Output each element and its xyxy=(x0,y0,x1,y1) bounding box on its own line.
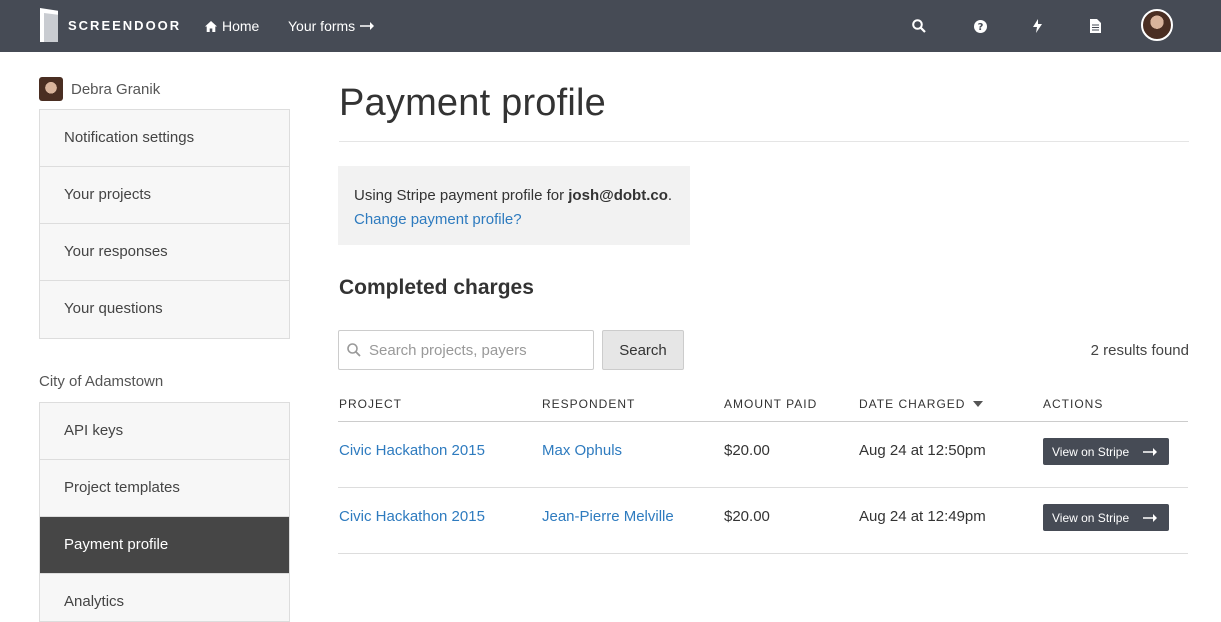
payment-profile-text: Using Stripe payment profile for josh@do… xyxy=(354,184,674,208)
sidebar-item-payment-profile[interactable]: Payment profile xyxy=(40,517,289,574)
sidebar-item-your-questions[interactable]: Your questions xyxy=(40,281,289,338)
column-header-amount-paid[interactable]: AMOUNT PAID xyxy=(724,397,817,411)
info-suffix: . xyxy=(667,187,673,204)
payment-profile-info: Using Stripe payment profile for josh@do… xyxy=(338,166,690,245)
door-logo-icon xyxy=(40,8,58,42)
search-input[interactable]: Search projects, payers xyxy=(338,330,594,370)
top-navbar: SCREENDOOR Home Your forms ? xyxy=(0,0,1221,52)
sidebar-item-project-templates[interactable]: Project templates xyxy=(40,460,289,517)
respondent-link[interactable]: Max Ophuls xyxy=(542,442,622,459)
arrow-right-icon xyxy=(1143,447,1158,456)
info-prefix: Using Stripe payment profile for xyxy=(354,187,569,204)
view-on-stripe-label: View on Stripe xyxy=(1052,444,1130,459)
project-link[interactable]: Civic Hackathon 2015 xyxy=(339,508,485,525)
document-icon[interactable] xyxy=(1085,16,1105,36)
respondent-link[interactable]: Jean-Pierre Melville xyxy=(542,508,674,525)
view-on-stripe-label: View on Stripe xyxy=(1052,510,1130,525)
sidebar-item-notification-settings[interactable]: Notification settings xyxy=(40,110,289,167)
profile-email: josh@dobt.co xyxy=(568,187,668,204)
search-icon[interactable] xyxy=(909,16,929,36)
view-on-stripe-button[interactable]: View on Stripe xyxy=(1043,438,1169,465)
page-title: Payment profile xyxy=(339,82,607,124)
search-icon xyxy=(347,343,361,357)
sidebar-user: Debra Granik xyxy=(39,77,160,101)
sidebar-item-your-responses[interactable]: Your responses xyxy=(40,224,289,281)
divider xyxy=(339,141,1189,142)
amount-paid: $20.00 xyxy=(724,442,770,459)
sidebar-item-analytics[interactable]: Analytics xyxy=(40,574,289,621)
date-charged: Aug 24 at 12:50pm xyxy=(859,442,986,459)
user-name: Debra Granik xyxy=(71,80,161,98)
search-button[interactable]: Search xyxy=(602,330,684,370)
column-header-respondent[interactable]: RESPONDENT xyxy=(542,397,635,411)
completed-charges-heading: Completed charges xyxy=(339,276,534,299)
organization-settings-menu: API keys Project templates Payment profi… xyxy=(39,402,290,622)
amount-paid: $20.00 xyxy=(724,508,770,525)
nav-home-link[interactable]: Home xyxy=(205,0,259,52)
column-header-date-charged[interactable]: DATE CHARGED xyxy=(859,397,984,411)
organization-label: City of Adamstown xyxy=(39,373,164,390)
charges-table: PROJECT RESPONDENT AMOUNT PAID DATE CHAR… xyxy=(338,390,1188,554)
table-row: Civic Hackathon 2015 Jean-Pierre Melvill… xyxy=(338,488,1188,554)
project-link[interactable]: Civic Hackathon 2015 xyxy=(339,442,485,459)
avatar xyxy=(39,77,63,101)
nav-your-forms-link[interactable]: Your forms xyxy=(288,0,375,52)
bolt-icon[interactable] xyxy=(1027,16,1047,36)
table-row: Civic Hackathon 2015 Max Ophuls $20.00 A… xyxy=(338,422,1188,488)
sort-desc-icon xyxy=(973,401,984,407)
view-on-stripe-button[interactable]: View on Stripe xyxy=(1043,504,1169,531)
date-charged: Aug 24 at 12:49pm xyxy=(859,508,986,525)
sidebar-item-your-projects[interactable]: Your projects xyxy=(40,167,289,224)
search-placeholder: Search projects, payers xyxy=(369,341,527,359)
nav-forms-label: Your forms xyxy=(288,18,356,34)
column-header-project[interactable]: PROJECT xyxy=(339,397,402,411)
nav-home-label: Home xyxy=(222,18,260,34)
change-payment-profile-link[interactable]: Change payment profile? xyxy=(354,208,674,232)
results-count: 2 results found xyxy=(1090,342,1189,359)
sidebar-item-api-keys[interactable]: API keys xyxy=(40,403,289,460)
brand-logo[interactable]: SCREENDOOR xyxy=(40,8,181,42)
arrow-right-icon xyxy=(1143,513,1158,522)
brand-name: SCREENDOOR xyxy=(68,17,182,33)
arrow-right-icon xyxy=(360,22,375,30)
personal-settings-menu: Notification settings Your projects Your… xyxy=(39,109,290,339)
column-header-actions: ACTIONS xyxy=(1043,397,1104,411)
table-header: PROJECT RESPONDENT AMOUNT PAID DATE CHAR… xyxy=(338,390,1188,422)
svg-text:?: ? xyxy=(977,22,983,33)
home-icon xyxy=(205,20,217,32)
user-avatar-menu[interactable] xyxy=(1141,9,1173,41)
help-icon[interactable]: ? xyxy=(970,16,990,36)
